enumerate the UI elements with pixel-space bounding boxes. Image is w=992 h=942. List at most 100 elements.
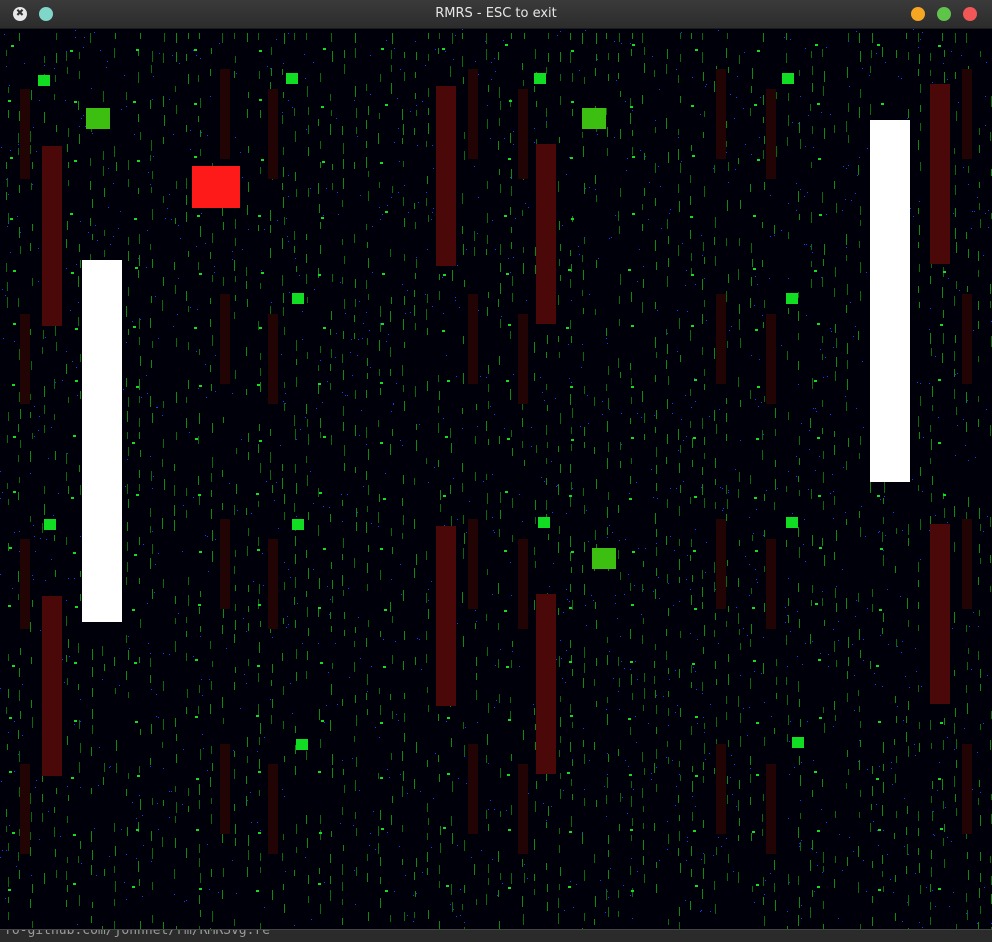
noise-dot	[242, 249, 243, 250]
noise-dot	[464, 756, 465, 757]
noise-dot	[978, 626, 979, 627]
noise-dot	[180, 238, 181, 239]
pellet	[12, 832, 15, 834]
noise-dot	[136, 818, 137, 819]
noise-dot	[208, 571, 209, 572]
pellet	[13, 270, 16, 272]
rain-streak	[186, 178, 187, 189]
pellet	[261, 159, 264, 161]
noise-dot	[634, 585, 635, 586]
noise-dot	[846, 168, 847, 169]
rain-streak	[270, 210, 271, 221]
rain-streak	[427, 687, 428, 693]
rain-streak	[870, 823, 871, 832]
noise-dot	[167, 208, 168, 209]
noise-dot	[64, 682, 65, 683]
rain-streak	[452, 270, 453, 281]
rain-streak	[678, 848, 679, 856]
noise-dot	[421, 669, 422, 670]
rain-streak	[368, 294, 369, 300]
noise-dot	[863, 639, 864, 640]
rain-streak	[835, 371, 836, 381]
noise-dot	[139, 795, 140, 796]
noise-dot	[692, 77, 693, 78]
rain-streak	[631, 674, 632, 685]
noise-dot	[740, 675, 741, 676]
rain-streak	[812, 790, 813, 797]
rain-streak	[294, 231, 295, 240]
noise-dot	[394, 142, 395, 143]
noise-dot	[513, 374, 514, 375]
rain-streak	[823, 866, 824, 872]
game-canvas[interactable]	[0, 29, 992, 929]
rain-streak	[498, 141, 499, 150]
noise-dot	[443, 313, 444, 314]
rain-streak	[572, 73, 573, 82]
rain-streak	[704, 453, 705, 459]
rain-streak	[824, 555, 825, 566]
rain-streak	[920, 123, 921, 131]
rain-streak	[139, 318, 140, 329]
rain-streak	[860, 89, 861, 98]
noise-dot	[80, 536, 81, 537]
noise-dot	[202, 734, 203, 735]
noise-dot	[196, 351, 197, 352]
rain-streak	[416, 259, 417, 268]
noise-dot	[704, 278, 705, 279]
rain-streak	[608, 907, 609, 917]
noise-dot	[386, 341, 387, 342]
rain-streak	[607, 127, 608, 137]
rain-streak	[138, 72, 139, 83]
rain-streak	[919, 432, 920, 439]
pellet	[258, 771, 261, 773]
rain-streak	[703, 647, 704, 654]
title-bar[interactable]: ✖ RMRS - ESC to exit	[0, 0, 992, 29]
noise-dot	[304, 54, 305, 55]
rain-streak	[235, 295, 236, 301]
rain-streak	[955, 228, 956, 239]
rain-streak	[534, 874, 535, 881]
rain-streak	[966, 625, 967, 632]
pellet	[10, 218, 13, 220]
rain-streak	[92, 667, 93, 677]
maximize-button[interactable]	[937, 7, 951, 21]
rain-streak	[391, 50, 392, 59]
rain-streak	[19, 185, 20, 193]
noise-dot	[235, 137, 236, 138]
pellet	[818, 495, 821, 497]
noise-dot	[974, 211, 975, 212]
rain-streak	[54, 827, 55, 837]
rain-streak	[6, 809, 7, 817]
rain-streak	[584, 427, 585, 436]
noise-dot	[370, 94, 371, 95]
rain-streak	[896, 811, 897, 818]
pellet-large	[296, 739, 308, 750]
rain-streak	[499, 87, 500, 98]
rain-streak	[872, 896, 873, 903]
noise-dot	[544, 481, 545, 482]
rain-streak	[726, 696, 727, 704]
rain-streak	[799, 122, 800, 133]
rain-streak	[367, 242, 368, 248]
noise-dot	[522, 521, 523, 522]
pellet	[134, 218, 137, 220]
noise-dot	[250, 792, 251, 793]
rain-streak	[90, 254, 91, 260]
rain-streak	[308, 568, 309, 579]
pellet-large	[292, 293, 304, 304]
rain-streak	[235, 667, 236, 673]
minimize-button[interactable]	[911, 7, 925, 21]
pellet-large	[38, 75, 50, 86]
rain-streak	[667, 741, 668, 747]
noise-dot	[910, 208, 911, 209]
rain-streak	[355, 695, 356, 703]
noise-dot	[360, 195, 361, 196]
pillar-shadow	[518, 539, 528, 629]
pellet	[323, 327, 326, 329]
rain-streak	[955, 185, 956, 195]
rain-streak	[834, 496, 835, 505]
noise-dot	[971, 669, 972, 670]
rain-streak	[703, 242, 704, 251]
noise-dot	[158, 829, 159, 830]
close-button[interactable]	[963, 7, 977, 21]
